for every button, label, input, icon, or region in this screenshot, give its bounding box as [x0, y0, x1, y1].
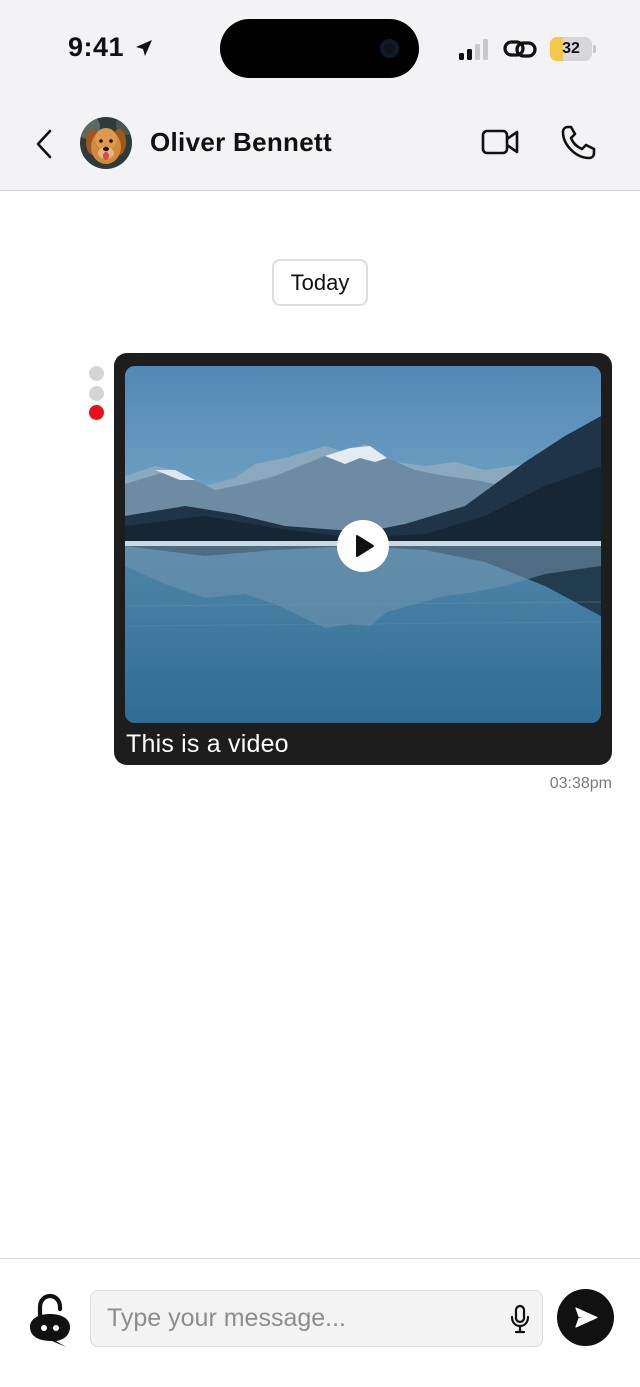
avatar[interactable] [80, 117, 132, 169]
message-composer [0, 1258, 640, 1387]
date-separator: Today [272, 259, 368, 306]
send-icon [575, 1307, 598, 1328]
location-arrow-icon [136, 40, 152, 56]
message-timestamp: 03:38pm [549, 775, 612, 792]
battery-nub [593, 45, 596, 53]
message-status-dot-active [89, 405, 104, 420]
bot-lock-icon[interactable] [26, 1291, 74, 1347]
message-input[interactable] [107, 1291, 497, 1346]
cellular-signal-icon [459, 39, 488, 60]
battery-level: 32 [562, 40, 580, 57]
message-input-container[interactable] [90, 1290, 543, 1347]
play-button[interactable] [337, 520, 389, 572]
microphone-icon[interactable] [509, 1304, 531, 1334]
message-status-dot [89, 366, 104, 381]
video-message-bubble[interactable]: This is a video [114, 353, 612, 765]
send-button[interactable] [557, 1289, 614, 1346]
personal-hotspot-icon [503, 40, 537, 58]
dog-avatar-image [80, 117, 132, 169]
message-caption: This is a video [126, 730, 289, 758]
message-status-dot [89, 386, 104, 401]
battery-indicator: 32 [550, 37, 592, 61]
chevron-left-icon[interactable] [30, 127, 60, 161]
status-bar: 9:41 32 [0, 0, 640, 96]
video-camera-icon[interactable] [480, 124, 520, 160]
camera-icon [380, 39, 399, 58]
contact-name[interactable]: Oliver Bennett [150, 127, 332, 158]
phone-icon[interactable] [558, 123, 600, 163]
chat-header: Oliver Bennett [0, 96, 640, 191]
play-icon [356, 535, 374, 557]
status-time: 9:41 [68, 32, 125, 62]
dynamic-island [220, 19, 419, 78]
video-thumbnail[interactable] [125, 366, 601, 723]
